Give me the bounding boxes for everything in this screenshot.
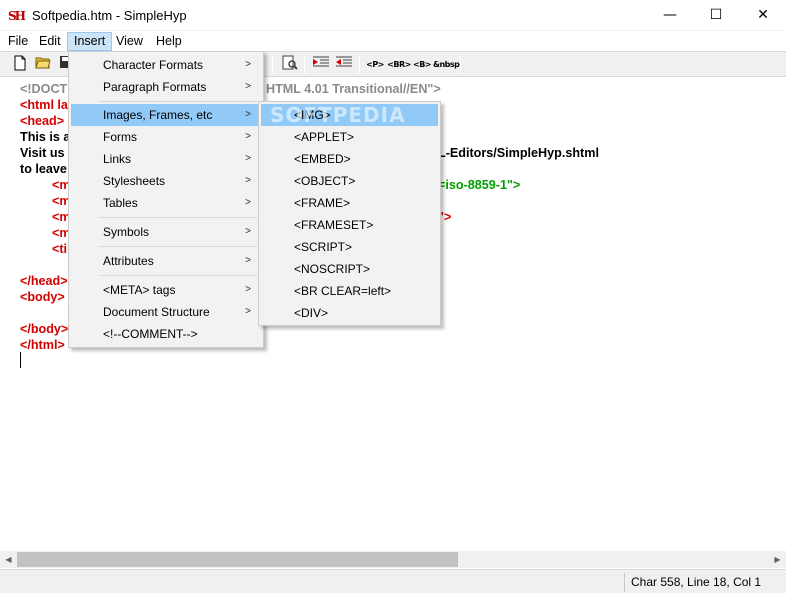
submenu-item-br-clear[interactable]: <BR CLEAR=left> <box>261 280 438 302</box>
menu-insert[interactable]: Insert <box>67 32 113 51</box>
menu-item-attributes[interactable]: Attributes > <box>71 250 261 272</box>
code-line: Visit us L-Editors/SimpleHyp.shtml <box>20 146 599 160</box>
toolbar-separator <box>460 56 461 74</box>
code-line: <html la <box>20 98 68 112</box>
insert-menu-dropdown: Character Formats > Paragraph Formats > Im… <box>68 51 264 348</box>
outdent-icon[interactable] <box>334 55 354 75</box>
submenu-item-embed[interactable]: <EMBED> <box>261 148 438 170</box>
scroll-left-arrow-icon[interactable]: ◀ <box>0 551 17 568</box>
submenu-item-noscript[interactable]: <NOSCRIPT> <box>261 258 438 280</box>
code-line: </body> <box>20 322 69 336</box>
submenu-arrow-icon: > <box>245 306 251 317</box>
toolbar-separator <box>304 56 305 74</box>
menu-item-links[interactable]: Links > <box>71 148 261 170</box>
menu-help[interactable]: Help <box>150 32 188 51</box>
code-line: <ti <box>52 242 68 256</box>
softpedia-watermark: SOFTPEDIA <box>270 103 406 127</box>
menu-item-document-structure[interactable]: Document Structure > <box>71 301 261 323</box>
indent-icon[interactable] <box>311 55 331 75</box>
app-icon: SH <box>8 9 26 23</box>
open-folder-icon[interactable] <box>33 55 53 75</box>
submenu-arrow-icon: > <box>245 81 251 92</box>
menu-item-images-frames[interactable]: Images, Frames, etc > <box>71 104 261 126</box>
menu-file[interactable]: File <box>2 32 34 51</box>
text-caret <box>20 352 21 368</box>
menu-bar: File Edit Insert View Help <box>0 31 786 51</box>
images-frames-submenu: <IMG> <APPLET> <EMBED> <OBJECT> <FRAME> … <box>258 101 441 326</box>
submenu-arrow-icon: > <box>245 109 251 120</box>
submenu-arrow-icon: > <box>245 153 251 164</box>
submenu-arrow-icon: > <box>245 131 251 142</box>
menu-item-character-formats[interactable]: Character Formats > <box>71 54 261 76</box>
scrollbar-thumb[interactable] <box>17 552 458 567</box>
toolbar-separator <box>359 56 360 74</box>
code-line: This is a <box>20 130 71 144</box>
submenu-item-div[interactable]: <DIV> <box>261 302 438 324</box>
toolbar-separator <box>272 56 273 74</box>
insert-br-button[interactable]: <BR> <box>387 55 411 75</box>
menu-view[interactable]: View <box>110 32 149 51</box>
code-line: </html> <box>20 338 65 352</box>
menu-item-tables[interactable]: Tables > <box>71 192 261 214</box>
code-line: <head> <box>20 114 65 128</box>
menu-item-meta-tags[interactable]: <META> tags > <box>71 279 261 301</box>
menu-item-stylesheets[interactable]: Stylesheets > <box>71 170 261 192</box>
code-line: </head> <box>20 274 68 288</box>
menu-separator <box>99 275 257 276</box>
insert-b-button[interactable]: <B> <box>411 55 433 75</box>
minimize-button[interactable]: — <box>647 0 693 31</box>
code-line: to leave <box>20 162 67 176</box>
status-bar: Char 558, Line 18, Col 1 <box>0 569 786 593</box>
find-icon[interactable] <box>280 55 300 75</box>
scroll-right-arrow-icon[interactable]: ▶ <box>769 551 786 568</box>
submenu-item-object[interactable]: <OBJECT> <box>261 170 438 192</box>
menu-item-symbols[interactable]: Symbols > <box>71 221 261 243</box>
code-line: <!DOCT HTML 4.01 Transitional//EN"> <box>20 82 441 96</box>
submenu-arrow-icon: > <box>245 59 251 70</box>
menu-separator <box>99 101 257 102</box>
submenu-item-script[interactable]: <SCRIPT> <box>261 236 438 258</box>
window-title: Softpedia.htm - SimpleHyp <box>32 8 187 23</box>
submenu-item-frameset[interactable]: <FRAMESET> <box>261 214 438 236</box>
submenu-arrow-icon: > <box>245 226 251 237</box>
cursor-position: Char 558, Line 18, Col 1 <box>624 573 784 592</box>
close-button[interactable]: ✕ <box>740 0 786 31</box>
title-bar: SH Softpedia.htm - SimpleHyp — ☐ ✕ <box>0 0 786 31</box>
menu-item-comment[interactable]: <!--COMMENT--> <box>71 323 261 345</box>
menu-item-paragraph-formats[interactable]: Paragraph Formats > <box>71 76 261 98</box>
submenu-arrow-icon: > <box>245 175 251 186</box>
submenu-item-applet[interactable]: <APPLET> <box>261 126 438 148</box>
maximize-button[interactable]: ☐ <box>693 0 739 31</box>
insert-nbsp-button[interactable]: &nbsp <box>433 55 460 75</box>
submenu-item-frame[interactable]: <FRAME> <box>261 192 438 214</box>
submenu-arrow-icon: > <box>245 284 251 295</box>
submenu-arrow-icon: > <box>245 255 251 266</box>
new-file-icon[interactable] <box>10 55 30 75</box>
menu-separator <box>99 217 257 218</box>
menu-item-forms[interactable]: Forms > <box>71 126 261 148</box>
horizontal-scrollbar[interactable]: ◀ ▶ <box>0 551 786 568</box>
insert-p-button[interactable]: <P> <box>364 55 386 75</box>
menu-edit[interactable]: Edit <box>33 32 67 51</box>
menu-separator <box>99 246 257 247</box>
submenu-arrow-icon: > <box>245 197 251 208</box>
code-line: <body> <box>20 290 65 304</box>
